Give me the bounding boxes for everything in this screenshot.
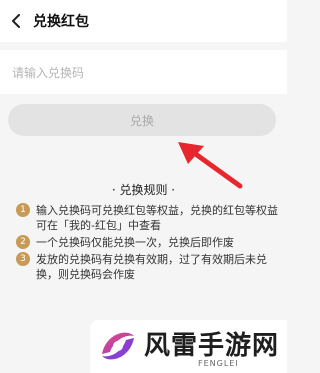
redeem-button[interactable]: 兑换 bbox=[8, 104, 276, 136]
rules-title: · 兑换规则 · bbox=[111, 183, 176, 197]
watermark-text: 风雷手游网 bbox=[144, 331, 280, 361]
watermark: 风雷手游网 FENGLEI bbox=[90, 320, 287, 373]
redeem-button-label: 兑换 bbox=[129, 113, 154, 128]
back-button[interactable] bbox=[6, 10, 28, 32]
redeem-code-row bbox=[0, 50, 287, 94]
rule-item: 2 一个兑换码仅能兑换一次，兑换后即作废 bbox=[16, 235, 278, 250]
rule-number-badge: 3 bbox=[16, 252, 30, 266]
rule-item: 3 发放的兑换码有兑换有效期，过了有效期后未兑换，则兑换码会作废 bbox=[16, 252, 278, 282]
rule-text: 一个兑换码仅能兑换一次，兑换后即作废 bbox=[36, 236, 234, 249]
rule-number-badge: 2 bbox=[16, 235, 30, 249]
rule-text: 发放的兑换码有兑换有效期，过了有效期后未兑换，则兑换码会作废 bbox=[36, 253, 267, 281]
watermark-subtext: FENGLEI bbox=[198, 359, 239, 368]
chevron-left-icon bbox=[12, 14, 20, 28]
page-title: 兑换红包 bbox=[33, 14, 89, 30]
redeem-code-input[interactable] bbox=[10, 60, 279, 86]
fenglei-logo-icon bbox=[102, 332, 134, 360]
rule-text: 输入兑换码可兑换红包等权益，兑换的红包等权益可在「我的-红包」中查看 bbox=[36, 204, 278, 232]
rule-item: 1 输入兑换码可兑换红包等权益，兑换的红包等权益可在「我的-红包」中查看 bbox=[16, 203, 278, 233]
app-header: 兑换红包 bbox=[0, 0, 287, 42]
rule-number-badge: 1 bbox=[16, 203, 30, 217]
